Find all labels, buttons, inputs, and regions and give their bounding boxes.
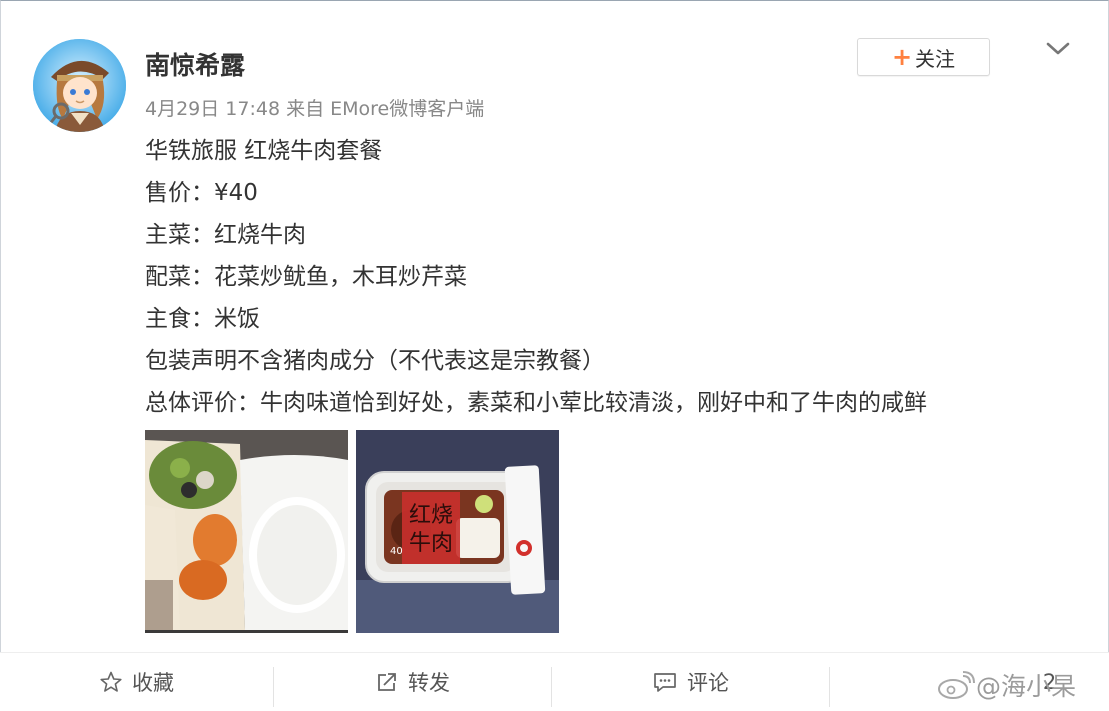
package-label: 红烧 xyxy=(409,503,453,528)
comment-label: 评论 xyxy=(687,671,729,695)
package-price: 40 xyxy=(390,546,403,557)
chevron-down-icon[interactable] xyxy=(1045,40,1071,58)
avatar[interactable] xyxy=(33,39,126,132)
plus-icon: + xyxy=(891,43,913,71)
follow-label: 关注 xyxy=(915,46,956,71)
star-icon xyxy=(100,671,122,692)
post-content: 华铁旅服 红烧牛肉套餐 售价：¥40 主菜：红烧牛肉 配菜：花菜炒鱿鱼，木耳炒芹… xyxy=(145,130,927,424)
post-line: 售价：¥40 xyxy=(145,180,258,206)
post-meta: 4月29日 17:48 来自 EMore微博客户端 xyxy=(145,98,485,120)
avatar-image xyxy=(33,39,126,132)
post-line: 配菜：花菜炒鱿鱼，木耳炒芹菜 xyxy=(145,264,467,290)
post-line: 包装声明不含猪肉成分（不代表这是宗教餐） xyxy=(145,348,605,374)
post-line: 主食：米饭 xyxy=(145,306,260,332)
repost-label: 转发 xyxy=(408,671,450,695)
post-photo-meal-package[interactable]: 红烧 牛肉 40 xyxy=(356,430,559,633)
comment-button[interactable]: 评论 xyxy=(552,653,829,711)
post-line: 总体评价：牛肉味道恰到好处，素菜和小荤比较清淡，刚好中和了牛肉的咸鲜 xyxy=(145,390,927,416)
username[interactable]: 南惊希露 xyxy=(145,46,245,82)
comment-icon xyxy=(654,673,676,692)
repost-icon xyxy=(378,673,396,691)
follow-button[interactable]: + 关注 xyxy=(857,38,990,76)
post-photo-meal-open[interactable] xyxy=(145,430,348,633)
post-line: 主菜：红烧牛肉 xyxy=(145,222,306,248)
watermark-text: @海小杲 xyxy=(976,672,1077,701)
package-label: 牛肉 xyxy=(409,531,453,556)
repost-button[interactable]: 转发 xyxy=(274,653,551,711)
post-line: 华铁旅服 红烧牛肉套餐 xyxy=(145,138,383,164)
watermark: @海小杲 xyxy=(936,667,1076,703)
favorite-label: 收藏 xyxy=(132,671,174,695)
weibo-logo-icon xyxy=(938,671,975,699)
favorite-button[interactable]: 收藏 xyxy=(0,653,273,711)
